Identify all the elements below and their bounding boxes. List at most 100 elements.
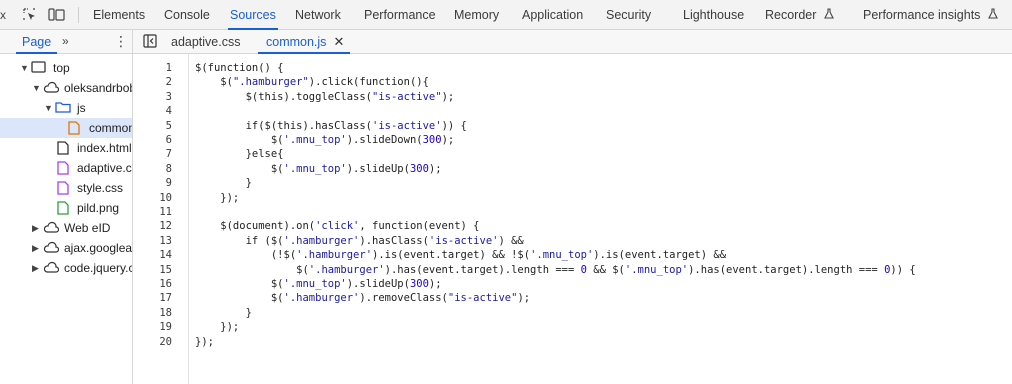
device-toolbar-icon[interactable] — [48, 8, 65, 21]
tree-item-pild-png[interactable]: pild.png — [0, 198, 132, 218]
line-number[interactable]: 14 — [142, 248, 172, 262]
file-tab-adaptive-css[interactable]: adaptive.css — [171, 30, 240, 54]
file-tab-label: common.js — [266, 35, 327, 49]
expand-triangle-icon[interactable]: ▼ — [20, 58, 29, 78]
code-line[interactable]: } — [195, 176, 252, 190]
frame-icon — [31, 61, 46, 73]
code-line[interactable]: $('.mnu_top').slideUp(300); — [195, 162, 442, 176]
code-line[interactable]: }); — [195, 320, 239, 334]
code-line[interactable]: $(document).on('click', function(event) … — [195, 219, 479, 233]
tree-item-label: js — [77, 101, 86, 115]
collapse-triangle-icon[interactable]: ▶ — [32, 258, 39, 278]
close-devtools-button[interactable]: x — [0, 8, 10, 22]
file-tab-common-js[interactable]: common.js ✕ — [257, 30, 351, 54]
tab-page[interactable]: Page — [15, 30, 58, 54]
line-number[interactable]: 17 — [142, 291, 172, 305]
tree-item-label: oleksandrbob — [64, 81, 133, 95]
tree-item-index-html[interactable]: index.html — [0, 138, 132, 158]
code-line[interactable]: $('.hamburger').removeClass("is-active")… — [195, 291, 530, 305]
tab-network[interactable]: Network — [295, 0, 341, 30]
tree-item-label: common — [89, 121, 133, 135]
css-file-icon — [57, 161, 69, 175]
tab-application[interactable]: Application — [522, 0, 583, 30]
line-number-gutter: 1 2 3 4 5 6 7 8 9 10 11 12 13 14 15 16 17 18 19 20 — [133, 54, 189, 384]
expand-triangle-icon[interactable]: ▼ — [32, 78, 41, 98]
tree-item-domain[interactable]: ▼ oleksandrbob — [0, 78, 133, 98]
line-number[interactable]: 6 — [142, 133, 172, 147]
cloud-icon — [43, 241, 59, 253]
tree-item-style-css[interactable]: style.css — [0, 178, 132, 198]
image-file-icon — [57, 201, 69, 215]
tree-item-code-jquery[interactable]: ▶ code.jquery.com — [0, 258, 132, 278]
line-number[interactable]: 16 — [142, 277, 172, 291]
line-number[interactable]: 8 — [142, 162, 172, 176]
tree-item-top[interactable]: ▼ top — [0, 58, 132, 78]
line-number[interactable]: 11 — [142, 205, 172, 219]
tab-recorder[interactable]: Recorder — [765, 0, 834, 30]
more-options-icon[interactable]: ⋮ — [114, 33, 128, 50]
tab-console[interactable]: Console — [164, 0, 210, 30]
flask-icon — [988, 8, 998, 19]
inspect-element-icon[interactable] — [23, 8, 36, 21]
tree-item-web-eid[interactable]: ▶ Web eID — [0, 218, 132, 238]
tab-performance[interactable]: Performance — [364, 0, 436, 30]
code-line[interactable]: $('.mnu_top').slideDown(300); — [195, 133, 454, 147]
collapse-triangle-icon[interactable]: ▶ — [32, 218, 39, 238]
cloud-icon — [43, 221, 59, 233]
line-number[interactable]: 15 — [142, 263, 172, 277]
line-number[interactable]: 4 — [142, 104, 172, 118]
tree-item-common-js[interactable]: common — [0, 118, 133, 138]
code-line[interactable]: (!$('.hamburger').is(event.target) && !$… — [195, 248, 726, 262]
tab-performance-insights-label: Performance insights — [863, 8, 981, 22]
line-number[interactable]: 9 — [142, 176, 172, 190]
close-tab-icon[interactable]: ✕ — [333, 34, 344, 49]
collapse-triangle-icon[interactable]: ▶ — [32, 238, 39, 258]
line-number[interactable]: 10 — [142, 191, 172, 205]
line-number[interactable]: 13 — [142, 234, 172, 248]
line-number[interactable]: 19 — [142, 320, 172, 334]
tab-performance-insights[interactable]: Performance insights — [863, 0, 998, 30]
code-line[interactable]: $('.mnu_top').slideUp(300); — [195, 277, 442, 291]
line-number[interactable]: 3 — [142, 90, 172, 104]
html-file-icon — [57, 141, 69, 155]
toggle-navigator-icon[interactable] — [143, 34, 157, 48]
code-line[interactable]: if ($('.hamburger').hasClass('is-active'… — [195, 234, 524, 248]
editor-tab-bar: adaptive.css common.js ✕ — [133, 30, 1012, 54]
tree-item-adaptive-css[interactable]: adaptive.css — [0, 158, 132, 178]
line-number[interactable]: 2 — [142, 75, 172, 89]
tab-elements[interactable]: Elements — [93, 0, 145, 30]
tab-memory[interactable]: Memory — [454, 0, 499, 30]
tab-security[interactable]: Security — [606, 0, 651, 30]
code-line[interactable]: $(".hamburger").click(function(){ — [195, 75, 429, 89]
code-line[interactable]: }); — [195, 191, 239, 205]
tree-item-label: code.jquery.com — [64, 261, 132, 275]
tree-item-label: adaptive.css — [77, 161, 132, 175]
flask-icon — [824, 8, 834, 19]
tab-lighthouse[interactable]: Lighthouse — [683, 0, 744, 30]
code-line[interactable]: }else{ — [195, 147, 284, 161]
code-line[interactable]: if($(this).hasClass('is-active')) { — [195, 119, 467, 133]
line-number[interactable]: 7 — [142, 147, 172, 161]
tree-item-label: pild.png — [77, 201, 120, 215]
more-tabs-button[interactable]: » — [62, 34, 69, 48]
line-number[interactable]: 20 — [142, 335, 172, 349]
line-number[interactable]: 12 — [142, 219, 172, 233]
line-number[interactable]: 5 — [142, 119, 172, 133]
expand-triangle-icon[interactable]: ▼ — [44, 98, 53, 118]
tab-sources[interactable]: Sources — [228, 0, 278, 30]
code-line[interactable]: $(this).toggleClass("is-active"); — [195, 90, 455, 104]
code-line[interactable]: } — [195, 306, 252, 320]
tree-item-folder-js[interactable]: ▼ js — [0, 98, 132, 118]
devtools-tab-bar: x Elements Console Sources Network Perfo… — [0, 0, 1012, 30]
line-number[interactable]: 18 — [142, 306, 172, 320]
css-file-icon — [57, 181, 69, 195]
code-editor[interactable]: 1 2 3 4 5 6 7 8 9 10 11 12 13 14 15 16 17 18 19 20 $(functi… — [133, 54, 1012, 384]
line-number[interactable]: 1 — [142, 61, 172, 75]
code-line[interactable]: $(function() { — [195, 61, 284, 75]
code-line[interactable]: }); — [195, 335, 214, 349]
code-line[interactable]: $('.hamburger').has(event.target).length… — [195, 263, 916, 277]
tree-item-label: style.css — [77, 181, 124, 195]
tree-item-ajax-googleapis[interactable]: ▶ ajax.googleapis — [0, 238, 132, 258]
folder-icon — [55, 102, 71, 113]
cloud-icon — [43, 261, 59, 273]
